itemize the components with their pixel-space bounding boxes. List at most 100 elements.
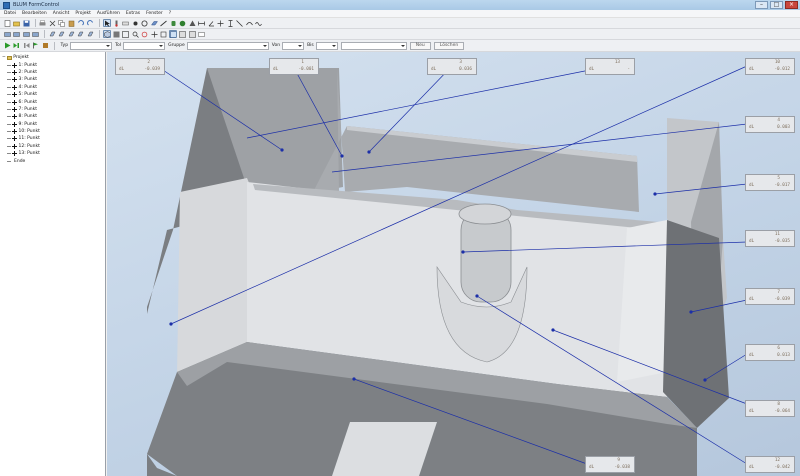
menu-bearbeiten[interactable]: Bearbeiten — [22, 11, 47, 16]
view-9-icon[interactable] — [86, 30, 94, 38]
menu-fenster[interactable]: Fenster — [146, 11, 163, 16]
pan-icon[interactable] — [150, 30, 158, 38]
tree-item[interactable]: 2: Punkt — [0, 69, 105, 76]
von-field[interactable] — [282, 41, 305, 50]
label-icon[interactable] — [198, 30, 206, 38]
tree-item[interactable]: 7: Punkt — [0, 106, 105, 113]
measure-label-8[interactable]: 8 dL -0.064 — [745, 400, 795, 417]
tree-item[interactable]: 13: Punkt — [0, 150, 105, 157]
view-1-icon[interactable] — [3, 30, 11, 38]
box-view-icon[interactable] — [169, 30, 177, 38]
sphere-icon[interactable] — [179, 19, 187, 27]
width-icon[interactable] — [217, 19, 225, 27]
measure-label-4[interactable]: 4 dL 0.003 — [745, 116, 795, 133]
copy-icon[interactable] — [58, 19, 66, 27]
menu-projekt[interactable]: Projekt — [75, 11, 91, 16]
height-icon[interactable] — [226, 19, 234, 27]
3d-viewport[interactable]: 2 dL -0.039 1 dL -0.001 3 dL 0.036 13 dL - 10 dL -… — [107, 52, 800, 476]
minimize-button[interactable]: – — [755, 1, 768, 9]
view-5-icon[interactable] — [48, 30, 56, 38]
measure-label-11[interactable]: 11 dL -0.035 — [745, 230, 795, 247]
group-select[interactable] — [340, 41, 407, 50]
box-view-2-icon[interactable] — [179, 30, 187, 38]
undo-icon[interactable] — [77, 19, 85, 27]
spline-icon[interactable] — [255, 19, 263, 27]
tree-root[interactable]: − Projekt — [0, 54, 105, 61]
measure-label-1[interactable]: 1 dL -0.001 — [269, 58, 319, 75]
maximize-button[interactable]: □ — [770, 1, 783, 9]
loeschen-button[interactable]: Löschen — [433, 41, 465, 50]
view-7-icon[interactable] — [67, 30, 75, 38]
fit-icon[interactable] — [160, 30, 168, 38]
tree-item[interactable]: 4: Punkt — [0, 84, 105, 91]
gruppe-select[interactable] — [186, 41, 269, 50]
tree-item[interactable]: 6: Punkt — [0, 98, 105, 105]
menu-datei[interactable]: Datei — [4, 11, 16, 16]
measure-label-6[interactable]: 6 dL 0.013 — [745, 344, 795, 361]
cylinder-icon[interactable] — [169, 19, 177, 27]
plane-icon[interactable] — [150, 19, 158, 27]
tree-item[interactable]: 9: Punkt — [0, 121, 105, 128]
part-model[interactable] — [107, 52, 800, 476]
measure-label-10[interactable]: 10 dL -0.012 — [745, 58, 795, 75]
menu-extras[interactable]: Extras — [126, 11, 140, 16]
view-6-icon[interactable] — [58, 30, 66, 38]
redo-icon[interactable] — [86, 19, 94, 27]
step-icon[interactable] — [13, 42, 21, 50]
typ-select[interactable] — [70, 41, 113, 50]
measure-label-13[interactable]: 13 dL - — [585, 58, 635, 75]
menu-ausfuehren[interactable]: Ausführen — [97, 11, 120, 16]
paste-icon[interactable] — [67, 19, 75, 27]
probe-icon[interactable] — [112, 19, 120, 27]
tree-item[interactable]: 5: Punkt — [0, 91, 105, 98]
view-2-icon[interactable] — [13, 30, 21, 38]
tol-select[interactable] — [123, 41, 166, 50]
view-8-icon[interactable] — [77, 30, 85, 38]
measure-label-5[interactable]: 5 dL -0.017 — [745, 174, 795, 191]
view-4-icon[interactable] — [32, 30, 40, 38]
close-button[interactable]: × — [785, 1, 798, 9]
tree-item[interactable]: 3: Punkt — [0, 76, 105, 83]
tree-collapse-icon[interactable]: − — [2, 55, 6, 60]
menu-help[interactable]: ? — [169, 11, 171, 16]
tree-item[interactable]: 12: Punkt — [0, 143, 105, 150]
open-icon[interactable] — [13, 19, 21, 27]
tree-item[interactable]: 10: Punkt — [0, 128, 105, 135]
circle-icon[interactable] — [141, 19, 149, 27]
box-view-3-icon[interactable] — [188, 30, 196, 38]
iso-view-icon[interactable] — [102, 30, 111, 38]
rotate-icon[interactable] — [141, 30, 149, 38]
point-icon[interactable] — [131, 19, 139, 27]
save-icon[interactable] — [22, 19, 30, 27]
measure-label-12[interactable]: 12 dL -0.042 — [745, 456, 795, 473]
view-3-icon[interactable] — [22, 30, 30, 38]
project-tree[interactable]: − Projekt 1: Punkt 2: Punkt 3: Punkt 4: … — [0, 52, 106, 476]
measure-label-2[interactable]: 2 dL -0.039 — [115, 58, 165, 75]
tree-item[interactable]: 8: Punkt — [0, 113, 105, 120]
shade-icon[interactable] — [112, 30, 120, 38]
measure-label-7[interactable]: 7 dL -0.039 — [745, 288, 795, 305]
zoom-icon[interactable] — [131, 30, 139, 38]
angle-icon[interactable] — [207, 19, 215, 27]
menu-ansicht[interactable]: Ansicht — [53, 11, 70, 16]
cone-icon[interactable] — [188, 19, 196, 27]
curve-icon[interactable] — [245, 19, 253, 27]
measure-icon[interactable] — [122, 19, 130, 27]
diagonal-icon[interactable] — [236, 19, 244, 27]
measure-label-9[interactable]: 9 dL -0.038 — [585, 456, 635, 473]
play-icon[interactable] — [3, 42, 11, 50]
neu-button[interactable]: Neu — [409, 41, 431, 50]
line-icon[interactable] — [160, 19, 168, 27]
flag-icon[interactable] — [32, 42, 40, 50]
stop-icon[interactable] — [41, 42, 49, 50]
tree-item[interactable]: 1: Punkt — [0, 61, 105, 68]
distance-icon[interactable] — [198, 19, 206, 27]
cut-icon[interactable] — [48, 19, 56, 27]
measure-label-3[interactable]: 3 dL 0.036 — [427, 58, 477, 75]
tree-item[interactable]: 11: Punkt — [0, 135, 105, 142]
step-back-icon[interactable] — [22, 42, 30, 50]
tree-end[interactable]: Ende — [0, 157, 105, 164]
wireframe-icon[interactable] — [122, 30, 130, 38]
select-icon[interactable] — [102, 19, 111, 27]
print-icon[interactable] — [39, 19, 47, 27]
